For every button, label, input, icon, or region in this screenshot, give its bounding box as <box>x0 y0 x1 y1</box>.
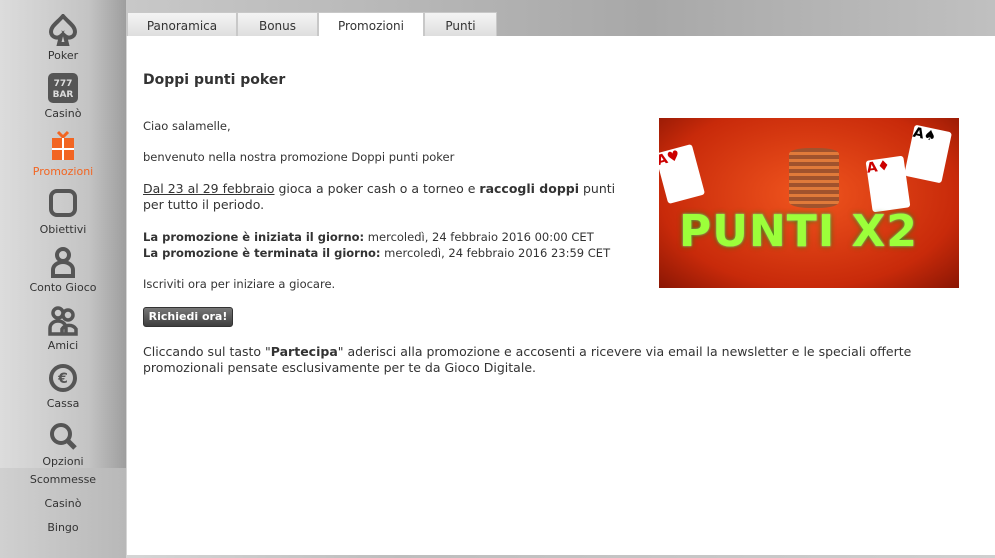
promo-banner: A♥ A♠ A♦ PUNTI X2 <box>659 118 959 288</box>
welcome-text: benvenuto nella nostra promozione Doppi … <box>143 150 455 164</box>
euro-icon: € <box>49 364 77 392</box>
sidebar-links: Scommesse Casinò Bingo <box>0 468 126 558</box>
svg-text:€: € <box>57 371 68 387</box>
spade-icon <box>48 14 78 46</box>
card-image: A♥ <box>659 143 706 205</box>
greeting: Ciao salamelle, <box>143 119 231 133</box>
sidebar-item-promozioni[interactable]: Promozioni <box>0 130 126 178</box>
tab-promozioni[interactable]: Promozioni <box>318 12 424 36</box>
card-image: A♦ <box>865 155 911 213</box>
cta-text: Iscriviti ora per iniziare a giocare. <box>143 277 336 291</box>
page-title: Doppi punti poker <box>143 72 286 88</box>
slot-machine-icon: 777BAR <box>48 73 78 103</box>
wrench-icon <box>50 423 77 450</box>
link-casino[interactable]: Casinò <box>0 492 126 516</box>
end-date: La promozione è terminata il giorno: mer… <box>143 246 611 260</box>
tab-bar: Panoramica Bonus Promozioni Punti <box>127 12 497 36</box>
sidebar-item-conto-gioco[interactable]: Conto Gioco <box>0 246 126 294</box>
link-bingo[interactable]: Bingo <box>0 516 126 540</box>
chips-image <box>789 148 839 208</box>
link-scommesse[interactable]: Scommesse <box>0 468 126 492</box>
tab-punti[interactable]: Punti <box>424 12 497 36</box>
footer-text: Cliccando sul tasto "Partecipa" aderisci… <box>143 344 912 375</box>
period-link[interactable]: Dal 23 al 29 febbraio <box>143 181 274 196</box>
richiedi-button[interactable]: Richiedi ora! <box>143 307 233 327</box>
sidebar-item-obiettivi[interactable]: Obiettivi <box>0 188 126 236</box>
sidebar-item-opzioni[interactable]: Opzioni <box>0 420 126 468</box>
sidebar: Poker 777 BAR Casinò Promozioni Obiettivi… <box>0 0 126 558</box>
banner-logo-text: PUNTI X2 <box>679 206 919 257</box>
start-date: La promozione è iniziata il giorno: merc… <box>143 230 594 244</box>
square-icon <box>49 189 77 217</box>
gift-icon <box>52 130 74 160</box>
tab-panoramica[interactable]: Panoramica <box>127 12 237 36</box>
sidebar-item-amici[interactable]: Amici <box>0 304 126 352</box>
svg-text:BAR: BAR <box>53 90 74 100</box>
tab-bonus[interactable]: Bonus <box>237 12 318 36</box>
card-image: A♠ <box>904 124 952 184</box>
sidebar-item-poker[interactable]: Poker <box>0 14 126 62</box>
period-text: Dal 23 al 29 febbraio gioca a poker cash… <box>143 181 616 212</box>
sidebar-item-casino[interactable]: 777 BAR Casinò <box>0 72 126 120</box>
content-panel: Doppi punti poker Ciao salamelle, benven… <box>127 36 995 555</box>
svg-text:777: 777 <box>54 79 73 89</box>
user-icon <box>51 247 75 278</box>
friends-icon <box>48 306 78 336</box>
sidebar-item-cassa[interactable]: € Cassa <box>0 362 126 410</box>
